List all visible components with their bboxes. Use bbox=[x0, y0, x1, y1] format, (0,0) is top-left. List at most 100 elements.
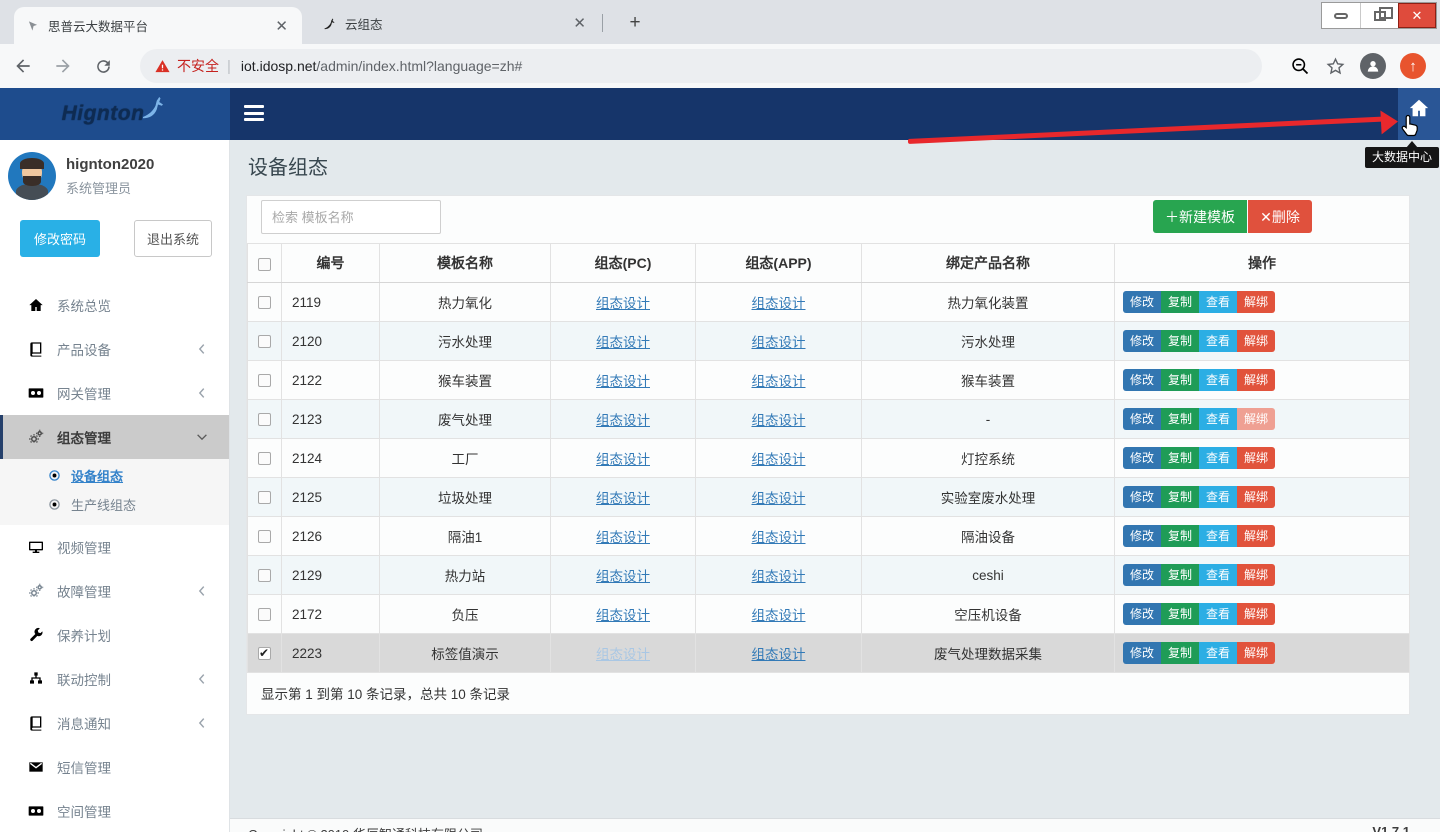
logout-button[interactable]: 退出系统 bbox=[134, 220, 212, 257]
copy-button[interactable]: 复制 bbox=[1161, 603, 1199, 625]
unbind-button[interactable]: 解绑 bbox=[1237, 525, 1275, 547]
window-restore-button[interactable] bbox=[1360, 3, 1398, 28]
delete-button[interactable]: ✕删除 bbox=[1248, 200, 1312, 233]
menu-toggle-icon[interactable] bbox=[244, 105, 264, 121]
config-pc-link[interactable]: 组态设计 bbox=[596, 374, 650, 389]
sidebar-item-system-overview[interactable]: 系统总览 bbox=[0, 283, 229, 327]
sidebar-item-maintenance-plan[interactable]: 保养计划 bbox=[0, 613, 229, 657]
browser-reload-button[interactable] bbox=[86, 49, 120, 83]
unbind-button[interactable]: 解绑 bbox=[1237, 564, 1275, 586]
row-checkbox[interactable] bbox=[258, 569, 271, 582]
new-tab-button[interactable]: + bbox=[622, 10, 648, 36]
unbind-button[interactable]: 解绑 bbox=[1237, 642, 1275, 664]
row-checkbox-checked[interactable] bbox=[258, 647, 271, 660]
view-button[interactable]: 查看 bbox=[1199, 447, 1237, 469]
sidebar-item-message-notification[interactable]: 消息通知 bbox=[0, 701, 229, 745]
copy-button[interactable]: 复制 bbox=[1161, 564, 1199, 586]
config-app-link[interactable]: 组态设计 bbox=[752, 569, 806, 584]
view-button[interactable]: 查看 bbox=[1199, 369, 1237, 391]
view-button[interactable]: 查看 bbox=[1199, 408, 1237, 430]
sidebar-item-fault-management[interactable]: 故障管理 bbox=[0, 569, 229, 613]
unbind-button[interactable]: 解绑 bbox=[1237, 291, 1275, 313]
browser-tab-inactive[interactable]: 云组态 ✕ bbox=[310, 8, 600, 38]
zoom-out-icon[interactable] bbox=[1290, 56, 1311, 77]
copy-button[interactable]: 复制 bbox=[1161, 447, 1199, 469]
search-input[interactable] bbox=[261, 200, 441, 234]
unbind-button[interactable]: 解绑 bbox=[1237, 369, 1275, 391]
copy-button[interactable]: 复制 bbox=[1161, 408, 1199, 430]
copy-button[interactable]: 复制 bbox=[1161, 369, 1199, 391]
row-checkbox[interactable] bbox=[258, 608, 271, 621]
view-button[interactable]: 查看 bbox=[1199, 525, 1237, 547]
tab-close-icon[interactable]: ✕ bbox=[569, 14, 590, 32]
config-pc-link[interactable]: 组态设计 bbox=[596, 452, 650, 467]
copy-button[interactable]: 复制 bbox=[1161, 486, 1199, 508]
row-checkbox[interactable] bbox=[258, 335, 271, 348]
config-app-link[interactable]: 组态设计 bbox=[752, 374, 806, 389]
edit-button[interactable]: 修改 bbox=[1123, 525, 1161, 547]
address-bar[interactable]: 不安全 | iot.idosp.net/admin/index.html?lan… bbox=[140, 49, 1262, 83]
copy-button[interactable]: 复制 bbox=[1161, 642, 1199, 664]
config-pc-link[interactable]: 组态设计 bbox=[596, 491, 650, 506]
browser-tab-active[interactable]: 思普云大数据平台 ✕ bbox=[14, 7, 302, 44]
row-checkbox[interactable] bbox=[258, 530, 271, 543]
unbind-button[interactable]: 解绑 bbox=[1237, 603, 1275, 625]
unbind-button[interactable]: 解绑 bbox=[1237, 486, 1275, 508]
config-app-link[interactable]: 组态设计 bbox=[752, 335, 806, 350]
row-checkbox[interactable] bbox=[258, 296, 271, 309]
sidebar-item-sms-management[interactable]: 短信管理 bbox=[0, 745, 229, 789]
view-button[interactable]: 查看 bbox=[1199, 291, 1237, 313]
sidebar-item-configuration-management[interactable]: 组态管理 bbox=[0, 415, 229, 459]
row-checkbox[interactable] bbox=[258, 491, 271, 504]
config-pc-link[interactable]: 组态设计 bbox=[596, 296, 650, 311]
edit-button[interactable]: 修改 bbox=[1123, 369, 1161, 391]
window-close-button[interactable]: ✕ bbox=[1398, 3, 1436, 28]
unbind-button[interactable]: 解绑 bbox=[1237, 330, 1275, 352]
config-app-link[interactable]: 组态设计 bbox=[752, 452, 806, 467]
edit-button[interactable]: 修改 bbox=[1123, 291, 1161, 313]
edit-button[interactable]: 修改 bbox=[1123, 447, 1161, 469]
view-button[interactable]: 查看 bbox=[1199, 603, 1237, 625]
browser-profile-icon[interactable] bbox=[1360, 53, 1386, 79]
select-all-checkbox[interactable] bbox=[258, 258, 271, 271]
config-app-link[interactable]: 组态设计 bbox=[752, 413, 806, 428]
sidebar-item-linkage-control[interactable]: 联动控制 bbox=[0, 657, 229, 701]
change-password-button[interactable]: 修改密码 bbox=[20, 220, 100, 257]
unbind-button[interactable]: 解绑 bbox=[1237, 447, 1275, 469]
config-app-link[interactable]: 组态设计 bbox=[752, 296, 806, 311]
browser-extension-icon[interactable]: ↑ bbox=[1400, 53, 1426, 79]
security-label[interactable]: 不安全 bbox=[177, 56, 219, 76]
browser-forward-button[interactable] bbox=[46, 49, 80, 83]
view-button[interactable]: 查看 bbox=[1199, 330, 1237, 352]
config-pc-link[interactable]: 组态设计 bbox=[596, 608, 650, 623]
config-pc-link[interactable]: 组态设计 bbox=[596, 569, 650, 584]
sidebar-item-video-management[interactable]: 视频管理 bbox=[0, 525, 229, 569]
new-template-button[interactable]: ＋新建模板 bbox=[1153, 200, 1247, 233]
copy-button[interactable]: 复制 bbox=[1161, 525, 1199, 547]
window-minimize-button[interactable] bbox=[1322, 3, 1360, 28]
copy-button[interactable]: 复制 bbox=[1161, 291, 1199, 313]
config-pc-link[interactable]: 组态设计 bbox=[596, 413, 650, 428]
config-app-link[interactable]: 组态设计 bbox=[752, 530, 806, 545]
config-pc-link[interactable]: 组态设计 bbox=[596, 530, 650, 545]
row-checkbox[interactable] bbox=[258, 374, 271, 387]
edit-button[interactable]: 修改 bbox=[1123, 642, 1161, 664]
copy-button[interactable]: 复制 bbox=[1161, 330, 1199, 352]
config-app-link[interactable]: 组态设计 bbox=[752, 491, 806, 506]
config-app-link[interactable]: 组态设计 bbox=[752, 647, 806, 662]
sidebar-item-product-devices[interactable]: 产品设备 bbox=[0, 327, 229, 371]
row-checkbox[interactable] bbox=[258, 413, 271, 426]
tab-close-icon[interactable]: ✕ bbox=[271, 17, 292, 35]
browser-back-button[interactable] bbox=[6, 49, 40, 83]
config-pc-link[interactable]: 组态设计 bbox=[596, 335, 650, 350]
view-button[interactable]: 查看 bbox=[1199, 564, 1237, 586]
edit-button[interactable]: 修改 bbox=[1123, 603, 1161, 625]
bookmark-star-icon[interactable] bbox=[1325, 56, 1346, 77]
user-avatar[interactable] bbox=[8, 152, 56, 200]
view-button[interactable]: 查看 bbox=[1199, 486, 1237, 508]
sidebar-item-space-management[interactable]: 空间管理 bbox=[0, 789, 229, 832]
sidebar-item-gateway-management[interactable]: 网关管理 bbox=[0, 371, 229, 415]
view-button[interactable]: 查看 bbox=[1199, 642, 1237, 664]
edit-button[interactable]: 修改 bbox=[1123, 408, 1161, 430]
config-app-link[interactable]: 组态设计 bbox=[752, 608, 806, 623]
